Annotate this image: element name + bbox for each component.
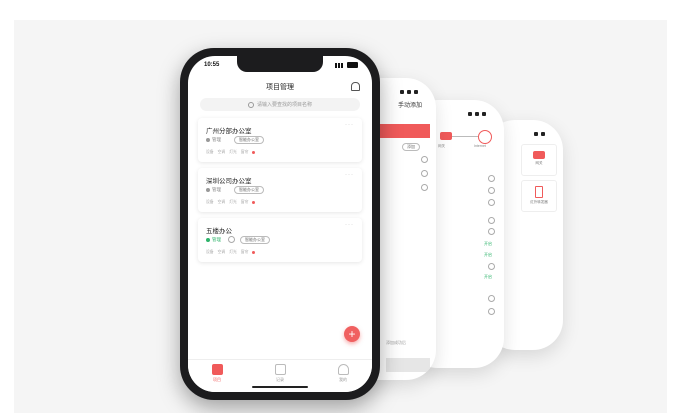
add-project-button[interactable]: + bbox=[344, 326, 360, 342]
project-icon bbox=[211, 364, 223, 375]
bell-icon[interactable] bbox=[351, 82, 360, 91]
project-meta: 设备 空调 灯光 窗帘 bbox=[206, 250, 256, 255]
bottom-tab-bar: 项目 记录 我的 bbox=[188, 359, 372, 392]
document-icon bbox=[274, 364, 286, 375]
status-ring bbox=[488, 187, 495, 194]
meta-label: 设备 bbox=[206, 250, 214, 254]
tab-projects[interactable]: 项目 bbox=[202, 364, 232, 383]
globe-icon bbox=[478, 130, 492, 144]
status-on-label: 开启 bbox=[484, 274, 492, 279]
phone-frame: 10:55 项目管理 请输入要查找的项目名称 广州分部办公室 ··· 管理 智能… bbox=[180, 48, 380, 400]
role-dot-icon bbox=[206, 238, 210, 242]
device-tile[interactable]: 红外转发器 bbox=[521, 180, 557, 212]
alert-dot-icon bbox=[252, 151, 256, 154]
gateway-icon bbox=[533, 151, 545, 159]
project-name: 深圳公司办公室 bbox=[206, 178, 252, 185]
page-title: 项目管理 bbox=[266, 84, 294, 91]
tab-label: 记录 bbox=[276, 377, 284, 382]
device-tile[interactable]: 网关 bbox=[521, 144, 557, 176]
internet-label: Internet bbox=[474, 144, 486, 148]
role-label: 管理 bbox=[212, 237, 221, 242]
meta-label: 空调 bbox=[217, 250, 226, 254]
status-ring bbox=[488, 228, 495, 235]
radio-option[interactable] bbox=[421, 184, 428, 191]
status-on-label: 开启 bbox=[484, 252, 492, 257]
tab-me[interactable]: 我的 bbox=[328, 364, 358, 383]
project-role: 管理 bbox=[206, 187, 221, 193]
tab-records[interactable]: 记录 bbox=[265, 364, 295, 383]
tab-label: 我的 bbox=[339, 377, 347, 382]
meta-label: 灯光 bbox=[229, 250, 237, 254]
toggle-ring[interactable] bbox=[228, 236, 235, 243]
role-dot-icon bbox=[206, 138, 210, 142]
status-on-label: 开启 bbox=[484, 241, 492, 246]
gateway-label: 网关 bbox=[438, 144, 445, 148]
role-label: 管理 bbox=[212, 137, 221, 142]
status-ring bbox=[488, 217, 495, 224]
project-meta: 设备 空调 灯光 窗帘 bbox=[206, 150, 256, 155]
screen-title: 手动添加 bbox=[398, 103, 423, 109]
project-card[interactable]: 广州分部办公室 ··· 管理 智能办公室 设备 空调 灯光 窗帘 bbox=[198, 118, 362, 162]
add-button[interactable]: 添加 bbox=[402, 143, 420, 151]
tab-label: 项目 bbox=[213, 377, 221, 382]
connection-line bbox=[452, 136, 478, 137]
status-ring bbox=[488, 175, 495, 182]
role-label: 管理 bbox=[212, 187, 221, 192]
search-input[interactable]: 请输入要查找的项目名称 bbox=[200, 98, 360, 111]
status-time: 10:55 bbox=[204, 62, 220, 68]
status-ring bbox=[488, 295, 495, 302]
user-icon bbox=[337, 364, 349, 375]
meta-label: 灯光 bbox=[229, 200, 237, 204]
meta-label: 设备 bbox=[206, 200, 214, 204]
role-dot-icon bbox=[206, 188, 210, 192]
device-label: 网关 bbox=[535, 161, 543, 165]
more-icon[interactable]: ··· bbox=[345, 172, 354, 178]
project-role: 管理 bbox=[206, 137, 221, 143]
status-ring bbox=[488, 199, 495, 206]
meta-label: 空调 bbox=[217, 200, 226, 204]
more-icon[interactable]: ··· bbox=[345, 222, 354, 228]
meta-label: 窗帘 bbox=[240, 150, 249, 154]
more-icon[interactable]: ··· bbox=[345, 122, 354, 128]
meta-label: 窗帘 bbox=[240, 250, 249, 254]
meta-label: 灯光 bbox=[229, 150, 237, 154]
project-tag: 智能办公室 bbox=[234, 136, 264, 144]
project-name: 五楼办公 bbox=[206, 228, 232, 235]
meta-label: 空调 bbox=[217, 150, 226, 154]
status-ring bbox=[488, 263, 495, 270]
phone-notch bbox=[237, 56, 323, 72]
status-bar bbox=[503, 132, 545, 140]
project-card[interactable]: 五楼办公 ··· 管理 智能办公室 设备 空调 灯光 窗帘 bbox=[198, 218, 362, 262]
project-role: 管理 bbox=[206, 237, 221, 243]
radio-option[interactable] bbox=[421, 156, 428, 163]
alert-dot-icon bbox=[252, 251, 256, 254]
submit-bar[interactable] bbox=[386, 358, 430, 372]
project-tag: 智能办公室 bbox=[240, 236, 270, 244]
search-icon bbox=[247, 101, 254, 108]
radio-option[interactable] bbox=[421, 170, 428, 177]
project-tag: 智能办公室 bbox=[234, 186, 264, 194]
device-label: 红外转发器 bbox=[530, 200, 548, 204]
status-ring bbox=[488, 308, 495, 315]
gateway-icon bbox=[440, 132, 452, 140]
alert-dot-icon bbox=[252, 201, 256, 204]
meta-label: 窗帘 bbox=[240, 200, 249, 204]
signal-icon bbox=[335, 62, 345, 68]
status-icons bbox=[335, 62, 358, 68]
project-name: 广州分部办公室 bbox=[206, 128, 252, 135]
project-management-screen: 10:55 项目管理 请输入要查找的项目名称 广州分部办公室 ··· 管理 智能… bbox=[188, 56, 372, 392]
meta-label: 设备 bbox=[206, 150, 214, 154]
project-meta: 设备 空调 灯光 窗帘 bbox=[206, 200, 256, 205]
battery-icon bbox=[347, 62, 358, 68]
home-indicator bbox=[252, 386, 308, 388]
bottom-hint: 添加成功后 bbox=[386, 340, 406, 345]
project-card[interactable]: 深圳公司办公室 ··· 管理 智能办公室 设备 空调 灯光 窗帘 bbox=[198, 168, 362, 212]
search-placeholder: 请输入要查找的项目名称 bbox=[256, 102, 312, 108]
remote-icon bbox=[535, 186, 543, 198]
